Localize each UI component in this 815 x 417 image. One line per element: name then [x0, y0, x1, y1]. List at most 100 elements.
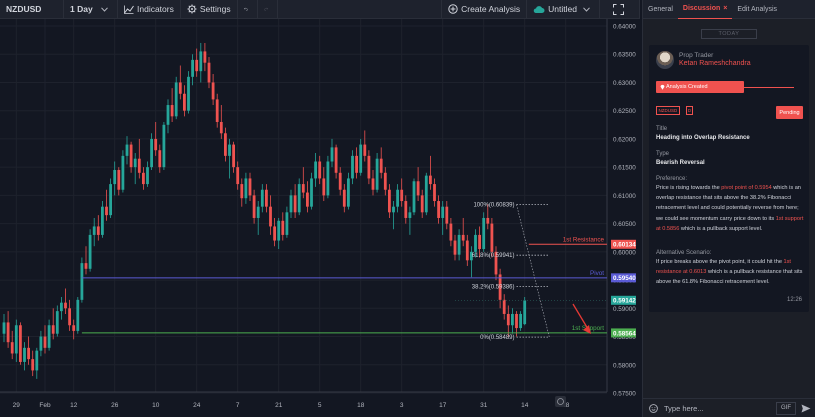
type-label: Type: [656, 151, 670, 157]
bearish-candle: [293, 195, 297, 213]
undo-button[interactable]: [238, 0, 258, 19]
bearish-candle: [433, 184, 436, 202]
price-chart[interactable]: 0.64000 0.63500 0.63000 0.62500 0.62000 0.615…: [0, 19, 640, 417]
pending-button[interactable]: Pending: [776, 106, 803, 119]
alternative-label: Alternative Scenario:: [656, 250, 712, 256]
tab-edit-analysis[interactable]: Edit Analysis: [732, 0, 782, 19]
bullish-candle: [511, 313, 514, 326]
bullish-candle: [396, 189, 399, 207]
bullish-candle: [191, 59, 194, 77]
bearish-candle: [72, 325, 76, 331]
bearish-candle: [248, 178, 252, 196]
bearish-candle: [502, 299, 506, 314]
gif-button[interactable]: GIF: [776, 401, 796, 415]
bearish-candle: [515, 313, 518, 329]
pivot-label: Pivot: [590, 270, 604, 277]
chart-toolbar: NZDUSD 1 Day Indicators Settings Create …: [0, 0, 640, 19]
symbol-label: NZDUSD: [6, 4, 42, 14]
bullish-candle: [80, 263, 84, 300]
bullish-candle: [412, 181, 416, 213]
tab-label: Edit Analysis: [737, 5, 778, 13]
chat-input[interactable]: [660, 400, 776, 416]
tab-discussion[interactable]: Discussion ×: [677, 0, 733, 19]
bearish-candle: [416, 181, 420, 196]
bullish-candle: [109, 184, 112, 216]
bullish-candle: [523, 300, 527, 325]
bullish-candle: [228, 144, 231, 156]
bullish-candle: [244, 178, 248, 199]
bearish-candle: [486, 217, 490, 224]
preference-label: Preference:: [656, 176, 688, 182]
bearish-candle: [306, 192, 309, 207]
bearish-candle: [224, 133, 227, 156]
fib-level-label: 100%(0.60839): [473, 202, 514, 208]
bearish-candle: [437, 201, 440, 218]
price-tick-label: 0.60000: [613, 249, 636, 256]
layout-selector[interactable]: Untitled: [527, 0, 600, 19]
tab-label: Discussion: [682, 5, 721, 12]
bullish-candle: [199, 51, 203, 72]
time-tick-label: 31: [480, 402, 488, 409]
bullish-candle: [375, 158, 379, 190]
bearish-candle: [334, 147, 338, 173]
redo-icon: [263, 7, 268, 11]
bearish-candle: [129, 144, 133, 168]
bullish-candle: [351, 155, 354, 179]
close-icon[interactable]: ×: [723, 5, 727, 12]
bearish-candle: [273, 226, 276, 241]
chat-bar: GIF: [643, 398, 815, 417]
tab-general[interactable]: General: [643, 0, 678, 19]
candlestick-chart[interactable]: 0.64000 0.63500 0.63000 0.62500 0.62000 0.615…: [0, 19, 640, 417]
send-button[interactable]: [800, 404, 812, 413]
time-tick-label: 12: [70, 402, 78, 409]
message-time: 12:26: [786, 297, 802, 303]
expand-icon: [612, 3, 624, 15]
bullish-candle: [39, 336, 43, 351]
bullish-candle: [326, 161, 330, 196]
symbol-selector[interactable]: NZDUSD: [0, 0, 64, 19]
bullish-candle: [60, 302, 63, 312]
bullish-candle: [392, 206, 395, 213]
redo-button[interactable]: [258, 0, 278, 19]
tab-label: General: [648, 5, 673, 13]
layout-label: Untitled: [548, 4, 577, 14]
bearish-candle: [232, 144, 235, 168]
bearish-candle: [105, 206, 108, 216]
interval-selector[interactable]: 1 Day: [64, 0, 118, 19]
bearish-candle: [367, 155, 371, 179]
bearish-candle: [84, 263, 88, 269]
bearish-candle: [506, 313, 510, 326]
bearish-candle: [137, 158, 141, 173]
time-tick-label: 7: [236, 402, 240, 409]
author-name[interactable]: Ketan Rameshchandra: [679, 60, 751, 67]
avatar: [656, 51, 674, 69]
bullish-candle: [55, 311, 59, 334]
send-icon: [801, 404, 811, 412]
bearish-candle: [183, 93, 186, 111]
bullish-candle: [256, 206, 260, 218]
bullish-candle: [146, 167, 149, 185]
settings-button[interactable]: Settings: [181, 0, 238, 19]
gear-icon: [187, 4, 197, 14]
price-tick-label: 0.62500: [613, 108, 636, 115]
indicators-label: Indicators: [137, 4, 174, 14]
analysis-message: Prop Trader Ketan Rameshchandra Analysis…: [649, 45, 809, 312]
bearish-candle: [158, 150, 162, 168]
bullish-candle: [88, 234, 92, 269]
create-analysis-button[interactable]: Create Analysis: [442, 0, 528, 19]
bullish-candle: [297, 184, 301, 213]
emoji-button[interactable]: [646, 403, 660, 413]
alternative-text: If price breaks above the pivot point, i…: [656, 257, 806, 288]
fib-level-label: 0%(0.58489): [480, 335, 514, 341]
bearish-candle: [322, 178, 326, 196]
indicators-icon: [124, 5, 134, 14]
fullscreen-button[interactable]: [600, 0, 640, 19]
indicators-button[interactable]: Indicators: [118, 0, 181, 19]
bearish-candle: [342, 189, 346, 207]
bearish-candle: [449, 223, 453, 241]
time-tick-label: 26: [111, 402, 119, 409]
bullish-candle: [2, 322, 6, 334]
create-analysis-label: Create Analysis: [461, 4, 521, 14]
body-text: If price breaks above the pivot point, i…: [656, 259, 784, 265]
bearish-candle: [240, 184, 244, 199]
